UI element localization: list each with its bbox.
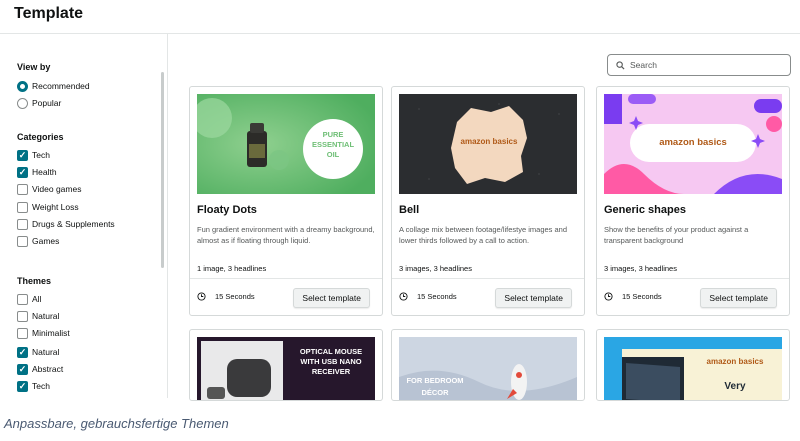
- checkbox[interactable]: ✓: [17, 149, 28, 161]
- category-tech[interactable]: ✓ Tech: [17, 149, 50, 161]
- option-label: Natural: [32, 347, 60, 357]
- category-weight-loss[interactable]: Weight Loss: [17, 201, 79, 213]
- card-duration: 15 Seconds: [604, 292, 662, 301]
- checkbox[interactable]: [17, 218, 28, 230]
- card-title: Generic shapes: [604, 204, 686, 216]
- template-card-floaty-dots[interactable]: PURE ESSENTIAL OIL Floaty Dots Fun gradien…: [189, 86, 383, 316]
- checkbox[interactable]: [17, 201, 28, 213]
- select-template-button[interactable]: Select template: [700, 288, 777, 308]
- theme-abstract[interactable]: ✓ Abstract: [17, 363, 63, 375]
- card-divider: [597, 278, 789, 279]
- checkbox[interactable]: ✓: [17, 380, 28, 392]
- card-duration: 15 Seconds: [197, 292, 255, 301]
- template-page: Template View by Recommended Popular Cat…: [0, 0, 800, 441]
- option-label: Popular: [32, 98, 62, 108]
- thumbnail-logo: amazon basics: [659, 137, 727, 148]
- checkbox[interactable]: [17, 183, 28, 195]
- image-caption: Anpassbare, gebrauchsfertige Themen: [4, 416, 229, 431]
- search-icon: [616, 60, 625, 70]
- radio-button[interactable]: [17, 80, 28, 92]
- clock-icon: [399, 292, 408, 301]
- duration-label: 15 Seconds: [622, 292, 662, 301]
- template-card-optical-mouse[interactable]: OPTICAL MOUSE WITH USB NANO RECEIVER: [189, 329, 383, 401]
- select-template-button[interactable]: Select template: [293, 288, 370, 308]
- search-input[interactable]: Search: [607, 54, 791, 76]
- card-thumbnail: PURE ESSENTIAL OIL: [197, 94, 375, 194]
- card-meta: 1 image, 3 headlines: [197, 264, 267, 273]
- option-label: Drugs & Supplements: [32, 219, 115, 229]
- option-label: Health: [32, 167, 57, 177]
- theme-tech[interactable]: ✓ Tech: [17, 380, 50, 392]
- option-label: Tech: [32, 150, 50, 160]
- template-card-generic-shapes[interactable]: amazon basics Generic shapes Show the be…: [596, 86, 790, 316]
- clock-icon: [197, 292, 206, 301]
- checkbox[interactable]: [17, 293, 28, 305]
- duration-label: 15 Seconds: [417, 292, 457, 301]
- checkbox[interactable]: [17, 310, 28, 322]
- option-label: Minimalist: [32, 328, 70, 338]
- card-thumbnail: amazon basics Very: [604, 337, 782, 400]
- theme-minimalist[interactable]: Minimalist: [17, 327, 70, 339]
- category-games[interactable]: Games: [17, 235, 59, 247]
- option-label: All: [32, 294, 42, 304]
- view-by-popular[interactable]: Popular: [17, 97, 61, 109]
- view-by-recommended[interactable]: Recommended: [17, 80, 90, 92]
- card-thumbnail: OPTICAL MOUSE WITH USB NANO RECEIVER: [197, 337, 375, 400]
- themes-heading: Themes: [17, 276, 52, 286]
- category-health[interactable]: ✓ Health: [17, 166, 57, 178]
- duration-label: 15 Seconds: [215, 292, 255, 301]
- theme-all[interactable]: All: [17, 293, 41, 305]
- card-thumbnail: amazon basics: [604, 94, 782, 194]
- checkbox[interactable]: [17, 327, 28, 339]
- select-template-button[interactable]: Select template: [495, 288, 572, 308]
- option-label: Video games: [32, 184, 82, 194]
- option-label: Natural: [32, 311, 60, 321]
- option-label: Games: [32, 236, 60, 246]
- template-card-amazon-basics-very[interactable]: amazon basics Very: [596, 329, 790, 401]
- category-drugs-supplements[interactable]: Drugs & Supplements: [17, 218, 115, 230]
- category-video-games[interactable]: Video games: [17, 183, 81, 195]
- checkbox[interactable]: [17, 235, 28, 247]
- card-thumbnail: FOR BEDROOM DÉCOR: [399, 337, 577, 400]
- theme-natural-2[interactable]: ✓ Natural: [17, 346, 59, 358]
- card-meta: 3 images, 3 headlines: [604, 264, 677, 273]
- card-description: Fun gradient environment with a dreamy b…: [197, 225, 375, 245]
- thumbnail-caption: FOR BEDROOM DÉCOR: [406, 376, 464, 397]
- card-divider: [392, 278, 584, 279]
- option-label: Recommended: [32, 81, 90, 91]
- checkbox[interactable]: ✓: [17, 166, 28, 178]
- thumbnail-caption: OPTICAL MOUSE WITH USB NANO RECEIVER: [299, 347, 363, 376]
- card-title: Bell: [399, 204, 420, 216]
- card-meta: 3 images, 3 headlines: [399, 264, 472, 273]
- clock-icon: [604, 292, 613, 301]
- card-divider: [190, 278, 382, 279]
- thumbnail-logo: amazon basics: [460, 137, 518, 146]
- card-title: Floaty Dots: [197, 204, 257, 216]
- option-label: Abstract: [32, 364, 64, 374]
- checkbox[interactable]: ✓: [17, 363, 28, 375]
- thumbnail-caption: PURE ESSENTIAL OIL: [311, 130, 355, 159]
- card-thumbnail: amazon basics: [399, 94, 577, 194]
- card-description: Show the benefits of your product agains…: [604, 225, 749, 245]
- theme-natural[interactable]: Natural: [17, 310, 59, 322]
- thumbnail-logo: amazon basics: [706, 357, 764, 366]
- option-label: Weight Loss: [32, 202, 79, 212]
- checkbox[interactable]: ✓: [17, 346, 28, 358]
- page-title: Template: [14, 5, 84, 22]
- card-description: A collage mix between footage/lifestye i…: [399, 225, 568, 245]
- template-card-bedroom-decor[interactable]: FOR BEDROOM DÉCOR: [391, 329, 585, 401]
- thumbnail-headline: Very: [724, 381, 746, 392]
- categories-heading: Categories: [17, 132, 64, 142]
- option-label: Tech: [32, 381, 50, 391]
- card-duration: 15 Seconds: [399, 292, 457, 301]
- view-by-heading: View by: [17, 62, 51, 72]
- template-card-bell[interactable]: amazon basics Bell A collage mix between…: [391, 86, 585, 316]
- sidebar-scrollbar[interactable]: [161, 72, 164, 268]
- search-placeholder: Search: [630, 60, 657, 70]
- radio-button[interactable]: [17, 97, 28, 109]
